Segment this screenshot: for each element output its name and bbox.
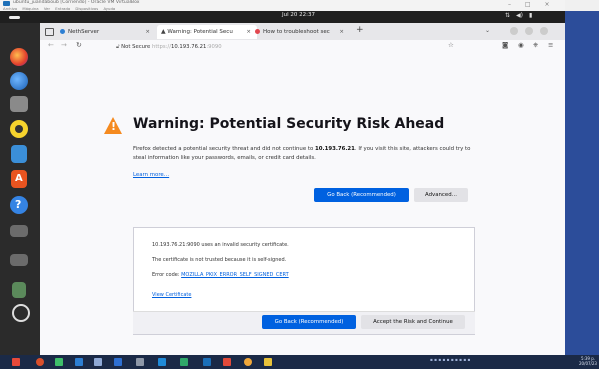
- window-maximize-icon[interactable]: [525, 27, 533, 35]
- intro-text: Firefox detected a potential security th…: [133, 146, 471, 161]
- page-title: Warning: Potential Security Risk Ahead: [133, 116, 445, 132]
- taskbar-app-icon[interactable]: [223, 358, 231, 366]
- help-icon[interactable]: ?: [10, 196, 28, 214]
- hamburger-menu-icon[interactable]: ≡: [548, 41, 553, 49]
- close-tab-icon[interactable]: ×: [339, 25, 344, 39]
- app-center-icon[interactable]: A: [11, 170, 27, 188]
- taskbar-app-icon[interactable]: [158, 358, 166, 366]
- tab-list-chevron-down-icon[interactable]: ⌄: [485, 27, 490, 34]
- taskbar-app-icon[interactable]: [36, 358, 44, 366]
- windows-taskbar: [0, 355, 599, 369]
- close-tab-icon[interactable]: ×: [246, 25, 251, 39]
- volume-icon: ◀): [516, 12, 523, 19]
- not-secure-lock-icon: 🔓︎: [116, 44, 120, 50]
- error-code-link[interactable]: MOZILLA_PKIX_ERROR_SELF_SIGNED_CERT: [181, 272, 289, 278]
- advanced-button[interactable]: Advanced…: [414, 188, 468, 202]
- new-tab-button[interactable]: +: [356, 25, 364, 35]
- network-icon: ⇅: [505, 12, 511, 19]
- libreoffice-writer-icon[interactable]: [11, 145, 27, 163]
- thunderbird-icon[interactable]: [10, 72, 28, 90]
- trash-icon[interactable]: [12, 282, 26, 298]
- taskbar-app-icon[interactable]: [55, 358, 63, 366]
- warning-icon: !: [104, 117, 122, 134]
- window-minimize-icon[interactable]: [510, 27, 518, 35]
- accept-risk-button[interactable]: Accept the Risk and Continue: [361, 315, 465, 329]
- maximize-button[interactable]: □: [525, 1, 531, 8]
- view-certificate-link[interactable]: View Certificate: [152, 292, 191, 298]
- virtualbox-window: ubuntu_juandaboub [Corriendo] - Oracle V…: [0, 0, 599, 355]
- window-close-icon[interactable]: [540, 27, 548, 35]
- activities-button[interactable]: [9, 16, 20, 19]
- taskbar-app-icon[interactable]: [203, 358, 211, 366]
- host-desktop-background: [565, 11, 599, 355]
- rhythmbox-icon[interactable]: [10, 120, 28, 138]
- taskbar-app-icon[interactable]: [94, 358, 102, 366]
- adv-invalid-cert: 10.193.76.21:9090 uses an invalid securi…: [152, 242, 289, 248]
- intro-host: 10.193.76.21: [315, 146, 355, 152]
- files-icon[interactable]: [10, 96, 28, 112]
- start-button-icon[interactable]: [12, 358, 20, 366]
- go-back-button[interactable]: Go Back (Recommended): [314, 188, 409, 202]
- taskbar-tray[interactable]: ▪ ▪ ▪ ▪ ▪ ▪ ▪ ▪ ▪ ▪: [430, 357, 470, 362]
- minimize-button[interactable]: –: [508, 1, 511, 8]
- account-icon[interactable]: ◉: [518, 41, 524, 49]
- extensions-icon[interactable]: ⎈: [533, 41, 538, 50]
- close-tab-icon[interactable]: ×: [145, 25, 150, 39]
- taskbar-app-icon[interactable]: [180, 358, 188, 366]
- adv-error-code: Error code: MOZILLA_PKIX_ERROR_SELF_SIGN…: [152, 272, 289, 278]
- taskbar-app-icon[interactable]: [75, 358, 83, 366]
- not-secure-label: Not Secure: [121, 44, 151, 50]
- url-port: :9090: [206, 44, 222, 50]
- disk-icon[interactable]: [10, 225, 28, 237]
- reload-icon[interactable]: ↻: [76, 41, 82, 49]
- nethserver-favicon-icon: [60, 29, 65, 34]
- taskbar-clock[interactable]: 5:39 p. 20/07/23: [579, 356, 597, 366]
- tab-troubleshoot[interactable]: How to troubleshoot sec ×: [255, 25, 350, 39]
- taskbar-app-icon[interactable]: [264, 358, 272, 366]
- learn-more-link[interactable]: Learn more…: [133, 172, 169, 178]
- taskbar-app-icon[interactable]: [136, 358, 144, 366]
- virtualbox-title: ubuntu_juandaboub [Corriendo] - Oracle V…: [13, 0, 140, 5]
- system-tray[interactable]: ⇅ ◀) ▮: [505, 12, 538, 19]
- url-host: 10.193.76.21: [171, 44, 207, 50]
- taskbar-app-icon[interactable]: [114, 358, 122, 366]
- bookmark-star-icon[interactable]: ☆: [448, 41, 454, 49]
- go-back-button-2[interactable]: Go Back (Recommended): [262, 315, 356, 329]
- warning-favicon-icon: ▲: [161, 28, 166, 35]
- adv-self-signed: The certificate is not trusted because i…: [152, 257, 287, 263]
- firefox-icon[interactable]: [10, 48, 28, 66]
- taskbar-app-icon[interactable]: [244, 358, 252, 366]
- battery-icon: ▮: [529, 12, 533, 19]
- back-arrow-icon[interactable]: ←: [48, 41, 54, 49]
- forward-arrow-icon[interactable]: →: [61, 41, 67, 49]
- settings-icon[interactable]: [12, 304, 30, 322]
- troubleshoot-favicon-icon: [255, 29, 260, 34]
- tab-nethserver[interactable]: NethServer ×: [60, 25, 156, 39]
- url-scheme: https://: [152, 44, 171, 50]
- gnome-clock[interactable]: Jul 20 22:37: [282, 12, 315, 18]
- disk2-icon[interactable]: [10, 254, 28, 266]
- window-controls: – □ ×: [508, 1, 562, 8]
- firefox-view-icon[interactable]: [45, 28, 54, 36]
- pocket-icon[interactable]: ◙: [502, 41, 508, 49]
- close-button[interactable]: ×: [545, 1, 550, 8]
- url-bar[interactable]: 🔓︎ Not Secure https://10.193.76.21:9090: [116, 42, 466, 53]
- tab-warning[interactable]: ▲ Warning: Potential Secu ×: [157, 25, 257, 39]
